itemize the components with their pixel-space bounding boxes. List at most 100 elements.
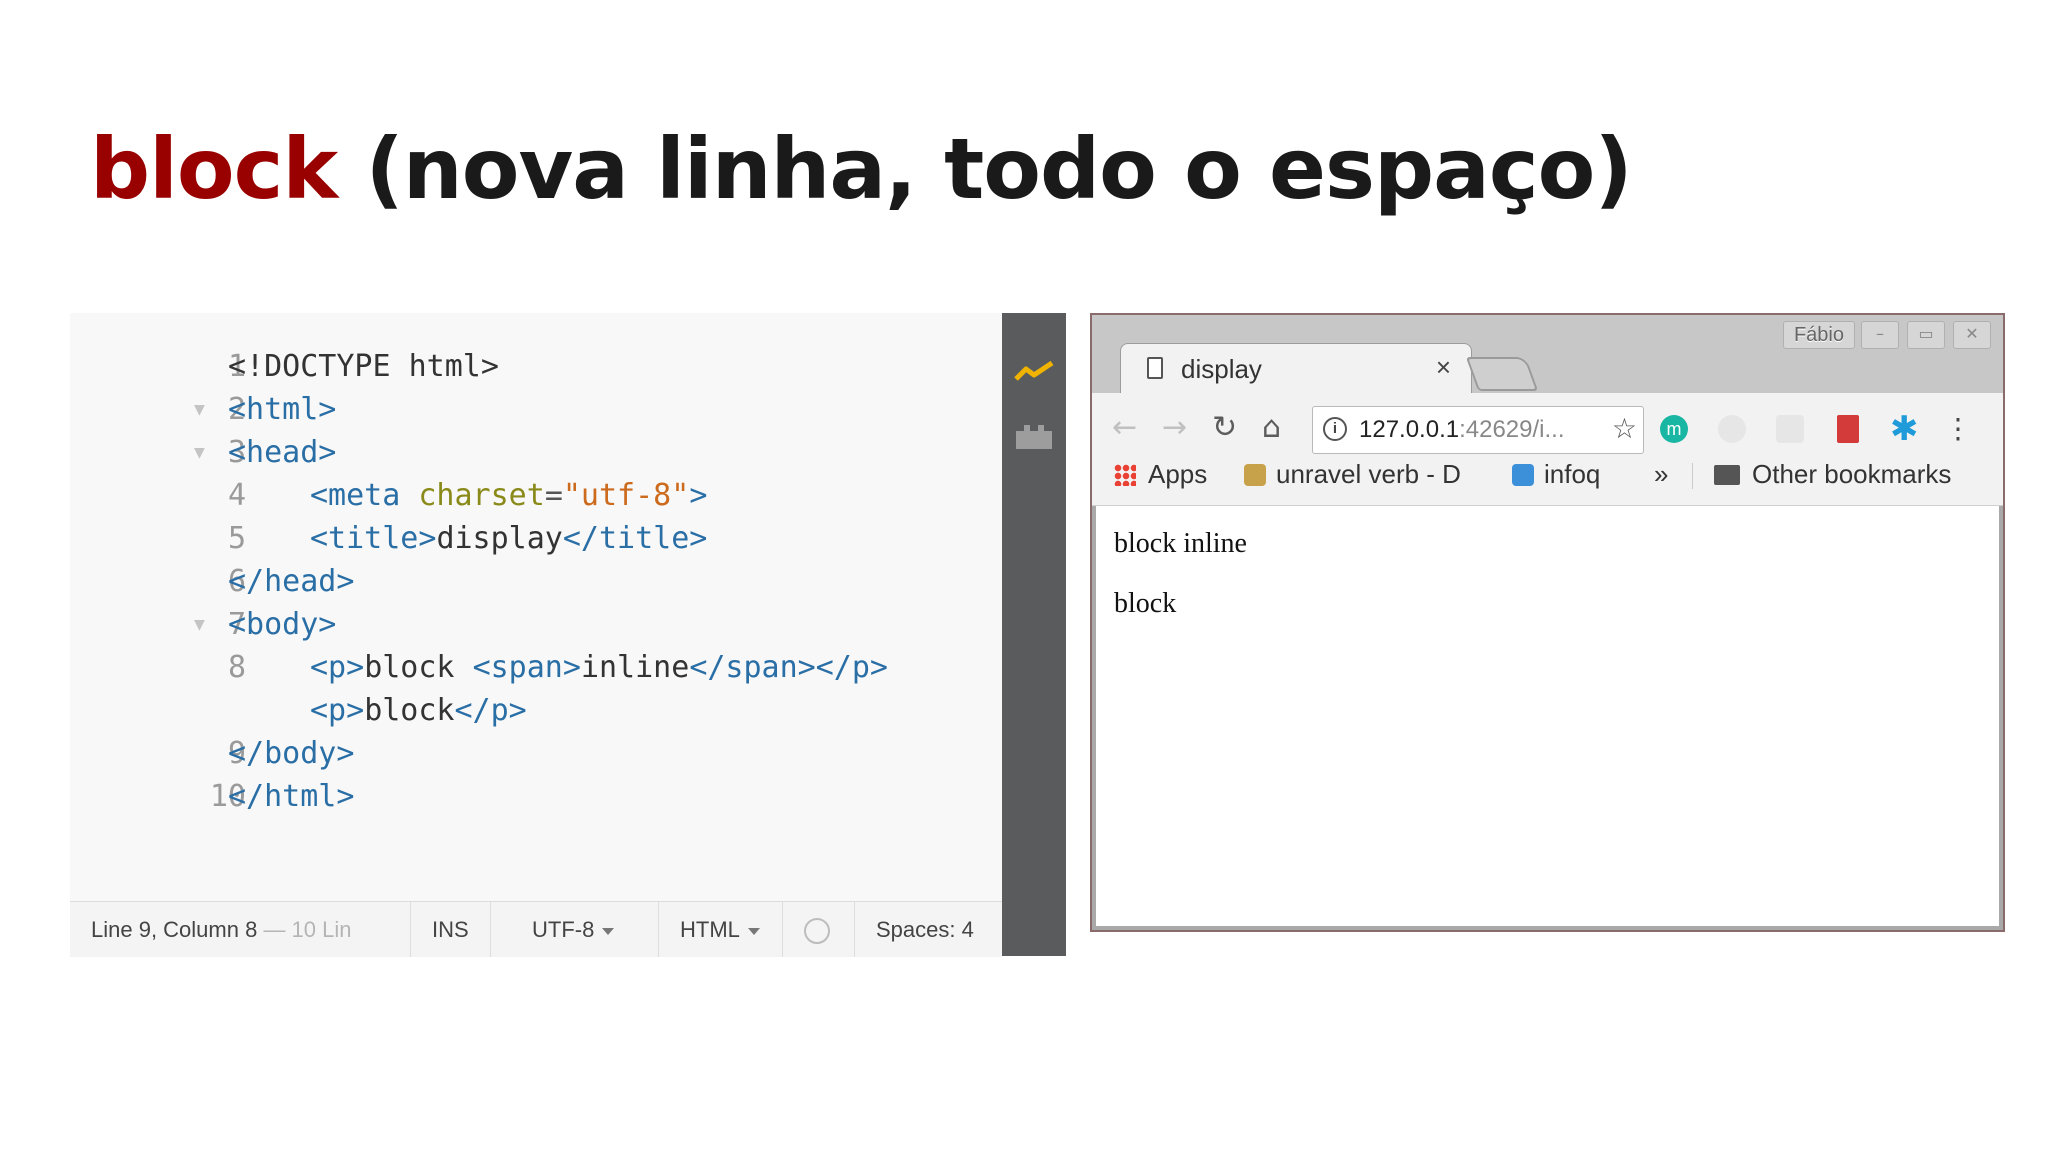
code-line[interactable]: <p>block</p>	[70, 689, 1002, 732]
code-line[interactable]: 8 <p>block <span>inline</span></p>	[70, 646, 1002, 689]
home-button[interactable]: ⌂	[1262, 413, 1281, 443]
status-divider	[490, 902, 491, 957]
status-divider	[658, 902, 659, 957]
bookmark-favicon-icon	[1244, 464, 1266, 486]
code-lines: 1 <!DOCTYPE html> 2 ▼ <html> 3 ▼ <head> 4 <meta c…	[70, 345, 1002, 818]
forward-button[interactable]: →	[1162, 413, 1187, 443]
page-viewport: block inline block	[1096, 506, 1999, 926]
code-token: </html>	[228, 779, 355, 814]
chevron-down-icon	[602, 927, 615, 935]
other-bookmarks-label: Other bookmarks	[1752, 459, 1952, 489]
line-number: 8	[227, 650, 246, 685]
url-text: 127.0.0.1:42629/i...	[1359, 416, 1565, 444]
code-token: block	[364, 650, 473, 685]
code-token: </span></p>	[689, 650, 888, 685]
code-editor: 1 <!DOCTYPE html> 2 ▼ <html> 3 ▼ <head> 4 <meta c…	[70, 313, 1002, 957]
bookmark-divider	[1692, 463, 1693, 489]
browser-window: Fábio – ▭ ✕ display × ← → ↻ ⌂ i 127.0.0.…	[1090, 313, 2005, 932]
code-token: <title>	[310, 521, 437, 556]
close-window-button[interactable]: ✕	[1953, 321, 1991, 349]
insert-mode-toggle[interactable]: INS	[432, 902, 469, 957]
code-text: <p>block <span>inline</span></p>	[310, 646, 888, 689]
circle-icon	[804, 918, 830, 945]
status-divider	[410, 902, 411, 957]
browser-tab[interactable]: display ×	[1120, 343, 1472, 396]
code-line[interactable]: 4 <meta charset="utf-8">	[70, 474, 1002, 517]
site-info-icon[interactable]: i	[1323, 417, 1347, 441]
editor-statusbar: Line 9, Column 8 — 10 Lin INS UTF-8 HTML…	[70, 901, 1002, 957]
code-text: </body>	[228, 732, 354, 775]
linter-status-icon[interactable]	[804, 902, 830, 957]
code-line[interactable]: 5 <title>display</title>	[70, 517, 1002, 560]
code-line[interactable]: 9 </body>	[70, 732, 1002, 775]
profile-label[interactable]: Fábio	[1782, 321, 1855, 349]
code-token: </title>	[562, 521, 708, 556]
extension-umbrella-icon[interactable]	[1776, 415, 1804, 443]
slide-title: block (nova linha, todo o espaço)	[90, 120, 1633, 218]
language-dropdown[interactable]: HTML	[680, 902, 760, 957]
code-text: <html>	[228, 388, 336, 431]
extension-gray-icon[interactable]	[1718, 415, 1746, 443]
bookmark-infoq[interactable]: infoq	[1512, 456, 1600, 492]
line-number: 4	[227, 478, 246, 513]
fold-toggle-icon[interactable]: ▼	[194, 388, 205, 431]
bookmark-apps-label: Apps	[1148, 459, 1208, 489]
extension-book-icon[interactable]	[1837, 415, 1859, 443]
other-bookmarks[interactable]: Other bookmarks	[1714, 456, 1951, 492]
chevron-down-icon	[747, 927, 760, 935]
code-line[interactable]: 7 ▼ <body>	[70, 603, 1002, 646]
fold-toggle-icon[interactable]: ▼	[194, 431, 205, 474]
reload-button[interactable]: ↻	[1212, 413, 1237, 443]
url-path: :42629/i...	[1459, 416, 1565, 443]
new-tab-button[interactable]	[1465, 357, 1539, 391]
folder-icon	[1714, 465, 1740, 485]
url-host: 127.0.0.1	[1359, 416, 1460, 443]
extension-m-icon[interactable]: m	[1660, 415, 1688, 443]
extension-manager-icon[interactable]	[1014, 421, 1054, 451]
cursor-position[interactable]: Line 9, Column 8 — 10 Lin	[91, 902, 352, 957]
code-text: </html>	[228, 775, 354, 818]
code-token: <p>	[310, 650, 365, 685]
code-token: >	[689, 478, 708, 513]
bookmark-infoq-label: infoq	[1544, 459, 1601, 489]
code-line[interactable]: 3 ▼ <head>	[70, 431, 1002, 474]
bookmarks-overflow-button[interactable]: »	[1654, 456, 1668, 492]
indent-spaces-setting[interactable]: Spaces: 4	[876, 902, 974, 957]
minimize-button[interactable]: –	[1861, 321, 1899, 349]
code-line[interactable]: 6 </head>	[70, 560, 1002, 603]
code-line[interactable]: 2 ▼ <html>	[70, 388, 1002, 431]
code-text: <head>	[228, 431, 336, 474]
address-bar[interactable]: i 127.0.0.1:42629/i... ☆	[1312, 406, 1644, 454]
bookmark-apps[interactable]: Apps	[1114, 456, 1207, 492]
bookmark-star-icon[interactable]: ☆	[1612, 412, 1637, 445]
extension-asterisk-icon[interactable]: ✱	[1890, 412, 1919, 446]
apps-grid-icon	[1114, 464, 1136, 486]
code-token: =	[544, 478, 563, 513]
back-button[interactable]: ←	[1112, 413, 1137, 443]
editor-sidebar-toolbar	[1002, 313, 1066, 956]
infoq-favicon-icon	[1512, 464, 1534, 486]
page-paragraph: block	[1114, 588, 1177, 619]
code-token: </body>	[228, 736, 355, 771]
live-preview-icon[interactable]	[1014, 357, 1054, 387]
maximize-button[interactable]: ▭	[1907, 321, 1945, 349]
menu-button[interactable]: ⋮	[1944, 415, 1972, 443]
code-line[interactable]: 10 </html>	[70, 775, 1002, 818]
browser-toolbar: ← → ↻ ⌂ i 127.0.0.1:42629/i... ☆ m ✱ ⋮ A…	[1092, 393, 2003, 506]
title-keyword: block	[90, 120, 338, 218]
page-paragraph: block inline	[1114, 528, 1247, 559]
code-token: <meta	[310, 478, 419, 513]
cursor-position-text: Line 9, Column 8	[91, 917, 258, 942]
bookmark-unravel[interactable]: unravel verb - D	[1244, 456, 1470, 492]
tab-title: display	[1181, 354, 1262, 384]
encoding-dropdown[interactable]: UTF-8	[532, 902, 615, 957]
fold-toggle-icon[interactable]: ▼	[194, 603, 205, 646]
tab-close-button[interactable]: ×	[1436, 352, 1451, 383]
code-token: inline	[580, 650, 690, 685]
code-token: charset	[418, 478, 545, 513]
line-count: — 10 Lin	[257, 917, 352, 942]
encoding-label: UTF-8	[532, 917, 595, 942]
code-token: block	[364, 693, 455, 728]
code-line[interactable]: 1 <!DOCTYPE html>	[70, 345, 1002, 388]
code-token: <p>	[310, 693, 365, 728]
